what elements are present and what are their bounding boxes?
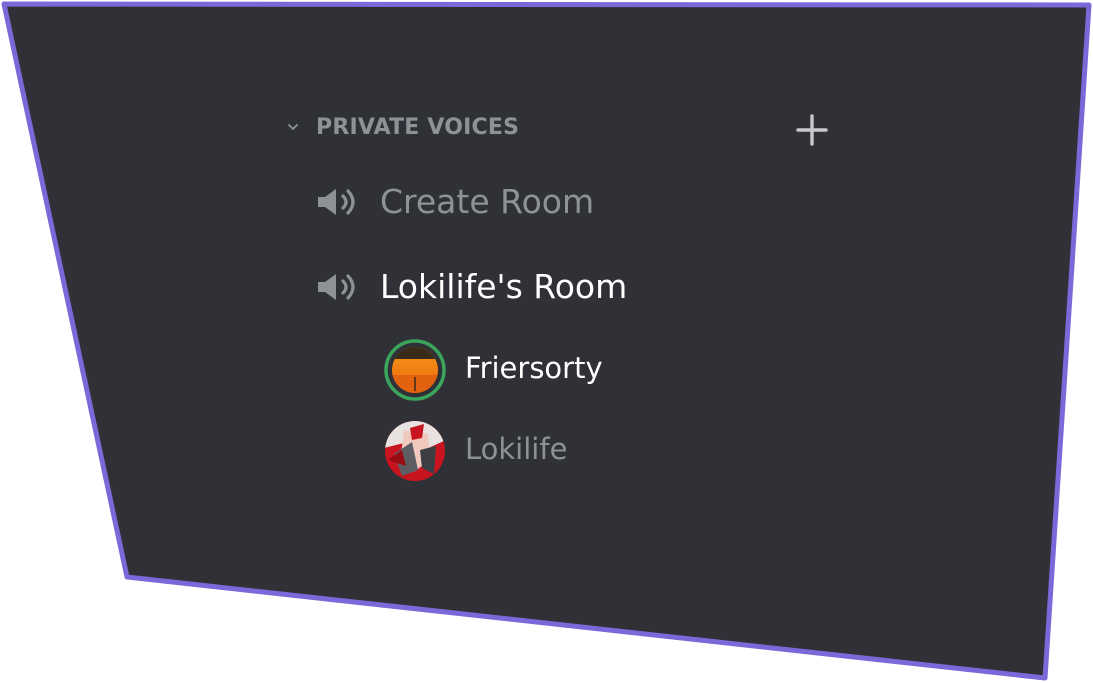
category-label: PRIVATE VOICES xyxy=(316,115,520,140)
plus-icon[interactable] xyxy=(794,114,830,146)
speaker-icon xyxy=(318,189,355,215)
speaker-icon xyxy=(318,274,355,300)
avatar xyxy=(385,421,445,481)
avatar xyxy=(384,339,446,401)
channel-create-room[interactable]: Create Room xyxy=(316,178,816,226)
voice-member-lokilife[interactable]: Lokilife xyxy=(384,420,784,482)
member-name: Friersorty xyxy=(465,351,603,385)
category-private-voices[interactable]: PRIVATE VOICES xyxy=(286,114,836,146)
channel-label: Create Room xyxy=(380,182,595,221)
channel-label: Lokilife's Room xyxy=(380,267,628,306)
voice-channel-panel: PRIVATE VOICES Create Room Lokilife's Ro… xyxy=(0,0,1093,683)
chevron-down-icon[interactable] xyxy=(286,120,300,134)
member-name: Lokilife xyxy=(465,432,568,466)
channel-lokilifes-room[interactable]: Lokilife's Room xyxy=(316,263,816,311)
voice-member-friersorty[interactable]: Friersorty xyxy=(384,339,784,401)
